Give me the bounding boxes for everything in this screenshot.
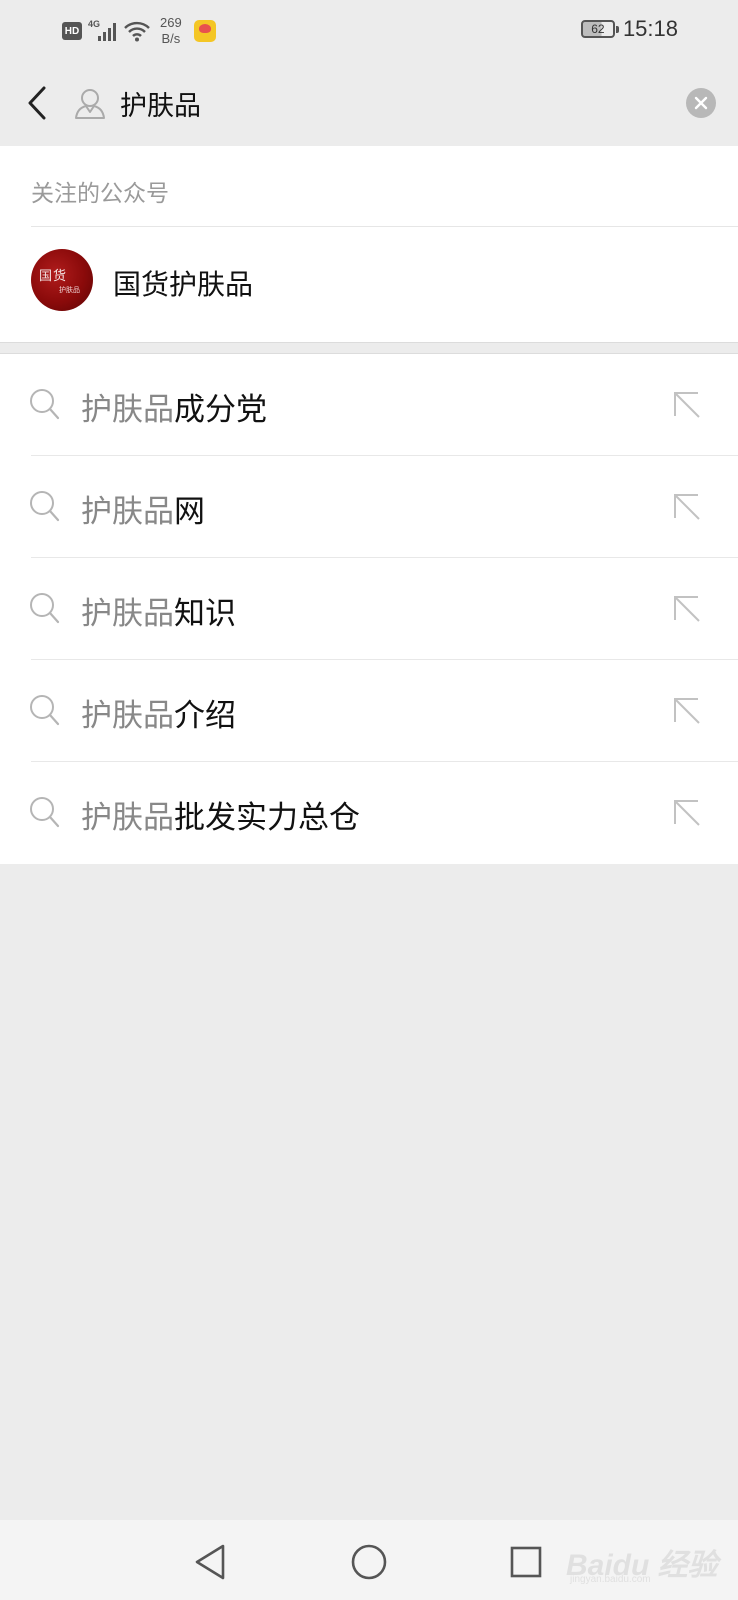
cellular-signal-icon: 4G [88, 19, 118, 43]
suggestion-text: 护肤品知识 [81, 596, 236, 632]
search-icon [30, 797, 60, 828]
clear-button[interactable] [686, 88, 716, 118]
suggestion-text: 护肤品介绍 [81, 698, 236, 734]
contact-person-icon [75, 89, 105, 119]
square-recents-icon [510, 1546, 542, 1578]
arrow-up-left-icon[interactable] [672, 594, 702, 624]
search-icon [30, 389, 60, 420]
network-speed: 269 B/s [160, 15, 182, 46]
wifi-icon [124, 21, 150, 42]
status-bar: HD 4G 269 B/s 62 15:18 [0, 0, 738, 60]
avatar: 国货 护肤品 [31, 249, 93, 311]
followed-accounts-section: 关注的公众号 国货 护肤品 国货护肤品 [0, 146, 738, 342]
suggestion-list: 护肤品成分党 护肤品网 护肤品知识 护肤品介绍 护肤品批发实力总仓 [0, 354, 738, 864]
suggestion-text: 护肤品成分党 [81, 392, 267, 428]
suggestion-item[interactable]: 护肤品批发实力总仓 [0, 762, 738, 864]
search-icon [30, 491, 60, 522]
hd-badge: HD [62, 22, 82, 40]
status-left: HD 4G 269 B/s [62, 14, 216, 48]
nav-home-button[interactable] [347, 1540, 391, 1584]
chevron-left-icon [28, 86, 46, 120]
clear-icon [694, 96, 708, 110]
app-notification-icon [193, 20, 216, 42]
account-item[interactable]: 国货 护肤品 国货护肤品 [0, 227, 738, 342]
section-separator [0, 342, 738, 354]
circle-home-icon [351, 1544, 387, 1580]
status-right: 62 15:18 [580, 16, 678, 42]
nav-recents-button[interactable] [504, 1540, 548, 1584]
arrow-up-left-icon[interactable] [672, 390, 702, 420]
triangle-back-icon [195, 1544, 225, 1580]
arrow-up-left-icon[interactable] [672, 696, 702, 726]
nav-back-button[interactable] [188, 1540, 232, 1584]
search-input[interactable] [120, 82, 660, 124]
search-header [0, 60, 738, 146]
suggestion-item[interactable]: 护肤品知识 [0, 558, 738, 660]
suggestion-text: 护肤品网 [81, 494, 205, 530]
account-name: 国货护肤品 [113, 268, 254, 301]
search-icon [30, 593, 60, 624]
clock: 15:18 [622, 16, 678, 41]
arrow-up-left-icon[interactable] [672, 798, 702, 828]
baidu-watermark: Baidu 经验 jingyan.baidu.com [566, 1549, 718, 1585]
search-icon [30, 695, 60, 726]
section-title: 关注的公众号 [31, 181, 169, 207]
suggestion-text: 护肤品批发实力总仓 [81, 800, 360, 836]
arrow-up-left-icon[interactable] [672, 492, 702, 522]
suggestion-item[interactable]: 护肤品成分党 [0, 354, 738, 456]
battery-icon: 62 [580, 20, 619, 38]
back-button[interactable] [22, 82, 52, 124]
suggestion-item[interactable]: 护肤品介绍 [0, 660, 738, 762]
suggestion-item[interactable]: 护肤品网 [0, 456, 738, 558]
